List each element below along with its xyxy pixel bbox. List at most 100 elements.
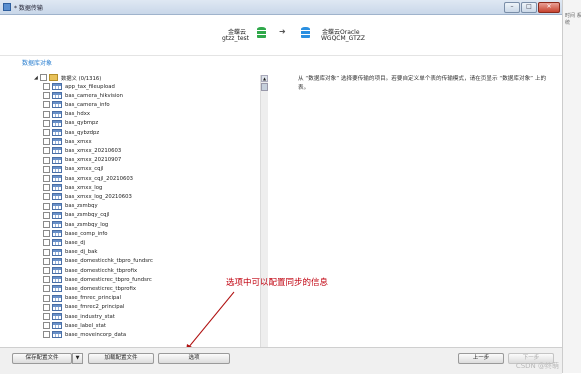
tree-item-row[interactable]: base_comp_info bbox=[43, 229, 268, 238]
tree-item-checkbox[interactable] bbox=[43, 202, 50, 210]
tree-item-row[interactable]: bas_zsmbqy bbox=[43, 202, 268, 211]
scroll-up-icon[interactable]: ▲ bbox=[261, 75, 268, 82]
tree-item-checkbox[interactable] bbox=[43, 175, 50, 182]
tree-item-label: bas_zsmbqy_log bbox=[65, 221, 109, 228]
tree-item-checkbox[interactable] bbox=[43, 285, 50, 293]
background-window-strip: 时间 系统 bbox=[562, 0, 581, 373]
tree-item-row[interactable]: base_industry_stat bbox=[43, 312, 268, 321]
tree-item-checkbox[interactable] bbox=[43, 92, 50, 100]
table-icon bbox=[52, 267, 62, 274]
object-tree[interactable]: ◢ 数据义 (0/1316) app_tax_fileupload bas_cam… bbox=[34, 73, 268, 347]
tree-item-label: base_label_stat bbox=[65, 322, 106, 329]
window-title: * 数据传输 bbox=[14, 5, 43, 12]
tree-item-row[interactable]: base_dj bbox=[43, 238, 268, 247]
tree-item-label: bas_xmxx_cqjl bbox=[65, 166, 104, 173]
tree-item-checkbox[interactable] bbox=[43, 221, 50, 228]
tree-item-label: bas_camera_info bbox=[65, 101, 110, 108]
tree-item-row[interactable]: base_fmrec2_principal bbox=[43, 303, 268, 312]
tree-item-row[interactable]: base_moveincorp_data bbox=[43, 330, 268, 339]
tree-item-checkbox[interactable] bbox=[43, 331, 50, 339]
tree-item-row[interactable]: bas_qybzdpz bbox=[43, 128, 268, 137]
table-icon bbox=[52, 92, 62, 100]
table-icon bbox=[52, 184, 62, 192]
options-button[interactable]: 选项 bbox=[158, 353, 230, 364]
tree-item-label: base_comp_info bbox=[65, 230, 108, 237]
tree-item-row[interactable]: bas_xmxx_20210907 bbox=[43, 156, 268, 165]
tree-item-row[interactable]: base_domesticchk_tbprofix bbox=[43, 266, 268, 275]
save-config-dropdown[interactable]: ▼ bbox=[72, 353, 83, 364]
tree-item-checkbox[interactable] bbox=[43, 239, 50, 247]
table-icon bbox=[52, 248, 62, 256]
tree-item-row[interactable]: bas_xmxx bbox=[43, 137, 268, 146]
tree-item-row[interactable]: base_domesticchk_tbpro_fundsrc bbox=[43, 257, 268, 266]
table-icon bbox=[52, 156, 62, 164]
tree-item-label: base_domesticrec_tbpro_fundsrc bbox=[65, 276, 152, 283]
window-title-bar: * 数据传输 – □ ✕ bbox=[0, 0, 562, 15]
tree-item-row[interactable]: base_dj_bak bbox=[43, 248, 268, 257]
tree-item-row[interactable]: bas_zsmbqy_log bbox=[43, 220, 268, 229]
tree-item-row[interactable]: bas_hdxx bbox=[43, 110, 268, 119]
table-icon bbox=[52, 257, 62, 265]
tree-item-row[interactable]: base_fmrec_principal bbox=[43, 294, 268, 303]
tree-item-label: base_domesticchk_tbprofix bbox=[65, 267, 138, 274]
tree-item-checkbox[interactable] bbox=[43, 257, 50, 265]
tree-root-row[interactable]: ◢ 数据义 (0/1316) bbox=[34, 73, 260, 82]
tree-item-checkbox[interactable] bbox=[43, 156, 50, 164]
tree-item-checkbox[interactable] bbox=[43, 101, 50, 109]
tree-item-label: bas_xmxx_cqjl_20210603 bbox=[65, 175, 134, 182]
tree-item-checkbox[interactable] bbox=[43, 165, 50, 173]
table-icon bbox=[52, 303, 62, 311]
tree-item-checkbox[interactable] bbox=[43, 294, 50, 302]
tree-item-checkbox[interactable] bbox=[43, 276, 50, 284]
tree-item-row[interactable]: bas_xmxx_20210603 bbox=[43, 146, 268, 155]
footer-bar: 保存配置文件 ▼ 加载配置文件 选项 上一步 下一步 bbox=[0, 347, 562, 374]
tree-item-row[interactable]: bas_xmxx_log_20210603 bbox=[43, 192, 268, 201]
target-database-name: WGQCM_GTZZ bbox=[321, 35, 365, 42]
tree-item-row[interactable]: bas_zsmbqy_cqjl bbox=[43, 211, 268, 220]
section-title: 数据库对象 bbox=[22, 60, 53, 67]
minimize-button[interactable]: – bbox=[504, 2, 520, 13]
tree-item-label: bas_zsmbqy bbox=[65, 203, 98, 210]
arrow-right-icon: ➜ bbox=[279, 27, 286, 36]
tree-item-checkbox[interactable] bbox=[43, 267, 50, 274]
tree-item-checkbox[interactable] bbox=[43, 322, 50, 330]
app-icon bbox=[3, 3, 11, 11]
root-checkbox[interactable] bbox=[40, 74, 47, 81]
tree-item-checkbox[interactable] bbox=[43, 230, 50, 238]
tree-item-checkbox[interactable] bbox=[43, 119, 50, 127]
tree-root-label: 数据义 (0/1316) bbox=[61, 75, 102, 82]
tree-item-row[interactable]: bas_xmxx_cqjl_20210603 bbox=[43, 174, 268, 183]
tree-item-row[interactable]: bas_camera_hikvision bbox=[43, 91, 268, 100]
tree-item-row[interactable]: base_label_stat bbox=[43, 321, 268, 330]
tree-item-checkbox[interactable] bbox=[43, 184, 50, 192]
tree-item-row[interactable]: bas_camera_info bbox=[43, 100, 268, 109]
tree-item-label: bas_zsmbqy_cqjl bbox=[65, 212, 110, 219]
tree-item-checkbox[interactable] bbox=[43, 303, 50, 311]
tree-item-checkbox[interactable] bbox=[43, 110, 50, 118]
tree-item-row[interactable]: app_tax_fileupload bbox=[43, 82, 268, 91]
prev-button[interactable]: 上一步 bbox=[458, 353, 504, 364]
tree-item-checkbox[interactable] bbox=[43, 83, 50, 90]
save-config-button[interactable]: 保存配置文件 bbox=[12, 353, 72, 364]
close-button[interactable]: ✕ bbox=[538, 2, 560, 13]
tree-item-row[interactable]: bas_qybmpz bbox=[43, 119, 268, 128]
tree-item-checkbox[interactable] bbox=[43, 313, 50, 320]
tree-scrollbar[interactable]: ▲ bbox=[260, 75, 268, 347]
tree-item-checkbox[interactable] bbox=[43, 129, 50, 136]
tree-item-row[interactable]: bas_xmxx_cqjl bbox=[43, 165, 268, 174]
tree-item-label: app_tax_fileupload bbox=[65, 83, 115, 90]
tree-item-label: base_moveincorp_data bbox=[65, 331, 127, 338]
tree-item-row[interactable]: bas_xmxx_log bbox=[43, 183, 268, 192]
scroll-thumb[interactable] bbox=[261, 83, 268, 91]
tree-item-label: base_dj bbox=[65, 239, 86, 246]
table-icon bbox=[52, 175, 62, 182]
tree-item-label: bas_camera_hikvision bbox=[65, 92, 123, 99]
tree-item-checkbox[interactable] bbox=[43, 248, 50, 256]
table-icon bbox=[52, 276, 62, 284]
tree-item-checkbox[interactable] bbox=[43, 138, 50, 146]
load-config-button[interactable]: 加载配置文件 bbox=[88, 353, 154, 364]
tree-item-checkbox[interactable] bbox=[43, 193, 50, 201]
maximize-button[interactable]: □ bbox=[521, 2, 537, 13]
tree-item-checkbox[interactable] bbox=[43, 211, 50, 219]
tree-item-checkbox[interactable] bbox=[43, 147, 50, 155]
